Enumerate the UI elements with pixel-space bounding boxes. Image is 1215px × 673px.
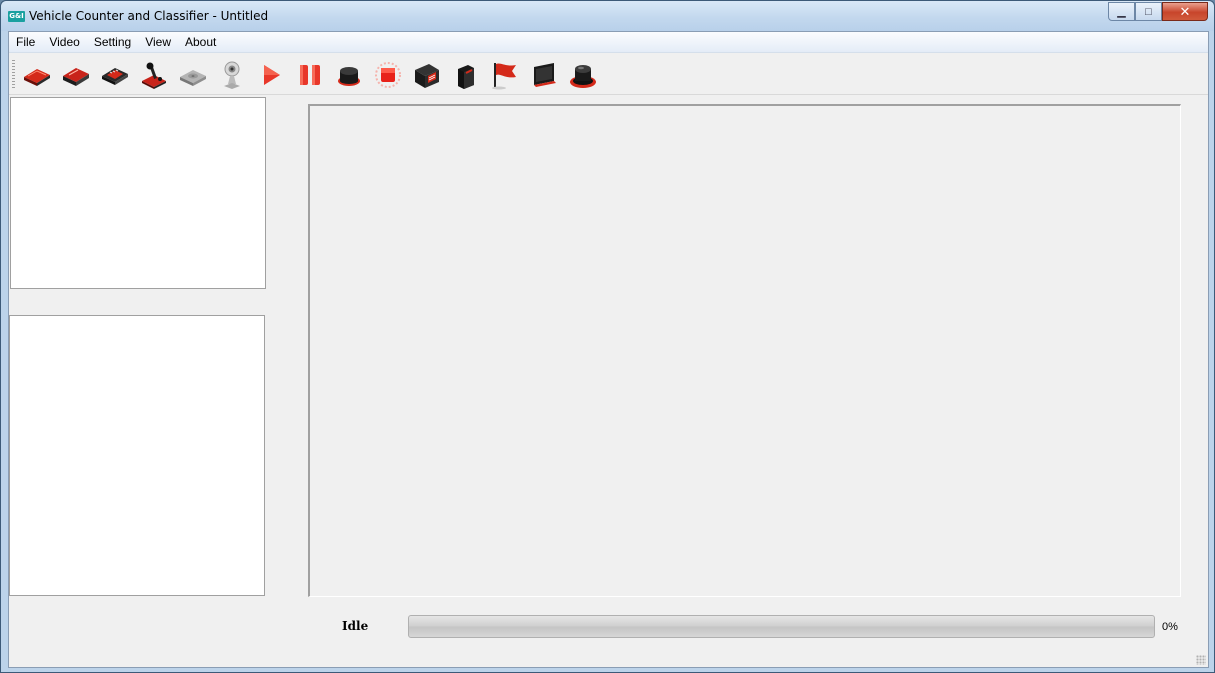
toolbar-grip[interactable] xyxy=(12,60,15,88)
calendar-icon[interactable] xyxy=(411,59,443,91)
title-bar[interactable]: G&I Vehicle Counter and Classifier - Unt… xyxy=(1,1,1214,31)
menu-bar: File Video Setting View About xyxy=(9,32,1208,53)
webcam-icon[interactable] xyxy=(216,59,248,91)
preview-panel-bottom xyxy=(9,315,265,596)
disk-icon[interactable] xyxy=(177,59,209,91)
menu-video[interactable]: Video xyxy=(42,32,86,53)
preview-panel-top xyxy=(10,97,266,289)
status-label: Idle xyxy=(342,619,369,633)
save-file-icon[interactable] xyxy=(60,59,92,91)
joystick-icon[interactable] xyxy=(138,59,170,91)
video-display-area[interactable] xyxy=(308,104,1181,597)
bag-icon[interactable] xyxy=(450,59,482,91)
maximize-button[interactable]: □ xyxy=(1135,2,1162,21)
app-window: G&I Vehicle Counter and Classifier - Unt… xyxy=(0,0,1215,673)
play-icon[interactable] xyxy=(255,59,287,91)
stop-icon[interactable] xyxy=(372,59,404,91)
monitor-icon[interactable] xyxy=(528,59,560,91)
window-title: Vehicle Counter and Classifier - Untitle… xyxy=(29,9,269,23)
menu-about[interactable]: About xyxy=(178,32,223,53)
progress-bar xyxy=(408,615,1155,638)
film-icon[interactable] xyxy=(99,59,131,91)
client-area: File Video Setting View About Idle 0% xyxy=(8,31,1209,668)
toolbar xyxy=(9,54,1208,95)
alarm-icon[interactable] xyxy=(567,59,599,91)
menu-setting[interactable]: Setting xyxy=(87,32,138,53)
menu-view[interactable]: View xyxy=(138,32,178,53)
menu-file[interactable]: File xyxy=(9,32,42,53)
record-button-icon[interactable] xyxy=(333,59,365,91)
resize-grip[interactable] xyxy=(1196,655,1206,665)
progress-percent: 0% xyxy=(1162,621,1178,633)
pause-icon[interactable] xyxy=(294,59,326,91)
app-logo-icon: G&I xyxy=(8,11,25,22)
flag-icon[interactable] xyxy=(489,59,521,91)
minimize-button[interactable]: ▁ xyxy=(1108,2,1135,21)
open-file-icon[interactable] xyxy=(21,59,53,91)
close-button[interactable]: ✕ xyxy=(1162,2,1208,21)
